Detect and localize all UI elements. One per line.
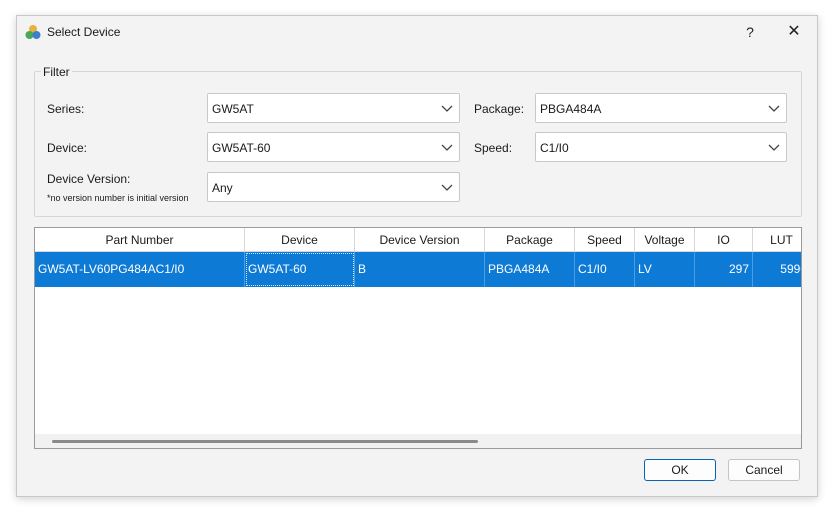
- cell-speed: C1/I0: [575, 252, 635, 287]
- column-header-io[interactable]: IO: [695, 228, 753, 252]
- series-value: GW5AT: [212, 102, 254, 116]
- package-label: Package:: [474, 102, 525, 116]
- title-bar: Select Device ? ✕: [17, 16, 817, 48]
- device-label: Device:: [47, 141, 88, 155]
- speed-value: C1/I0: [540, 141, 569, 155]
- device-dropdown[interactable]: GW5AT-60: [207, 132, 460, 162]
- version-note: *no version number is initial version: [47, 193, 189, 203]
- device-version-dropdown[interactable]: Any: [207, 172, 460, 202]
- cell-device-version: B: [355, 252, 485, 287]
- app-logo-icon: [25, 25, 41, 39]
- chevron-down-icon: [768, 105, 780, 112]
- cell-io: 297: [695, 252, 753, 287]
- window-title: Select Device: [47, 25, 121, 39]
- column-header-part-number[interactable]: Part Number: [35, 228, 245, 252]
- horizontal-scrollbar[interactable]: [35, 434, 801, 448]
- series-dropdown[interactable]: GW5AT: [207, 93, 460, 123]
- cell-voltage: LV: [635, 252, 695, 287]
- series-label: Series:: [47, 102, 85, 116]
- device-version-value: Any: [212, 181, 233, 195]
- cell-part-number: GW5AT-LV60PG484AC1/I0: [35, 252, 245, 287]
- scrollbar-thumb[interactable]: [52, 440, 478, 443]
- chevron-down-icon: [441, 105, 453, 112]
- device-table: Part Number Device Device Version Packag…: [34, 227, 802, 449]
- help-button[interactable]: ?: [733, 19, 767, 45]
- chevron-down-icon: [768, 144, 780, 151]
- table-header: Part Number Device Device Version Packag…: [35, 228, 801, 252]
- table-row[interactable]: GW5AT-LV60PG484AC1/I0 GW5AT-60 B PBGA484…: [35, 252, 801, 287]
- column-header-package[interactable]: Package: [485, 228, 575, 252]
- device-value: GW5AT-60: [212, 141, 271, 155]
- column-header-device[interactable]: Device: [245, 228, 355, 252]
- cancel-button[interactable]: Cancel: [728, 459, 800, 481]
- speed-label: Speed:: [474, 141, 513, 155]
- column-header-speed[interactable]: Speed: [575, 228, 635, 252]
- column-header-device-version[interactable]: Device Version: [355, 228, 485, 252]
- chevron-down-icon: [441, 184, 453, 191]
- close-button[interactable]: ✕: [777, 19, 811, 45]
- device-version-label: Device Version:: [47, 172, 131, 186]
- cell-package: PBGA484A: [485, 252, 575, 287]
- chevron-down-icon: [441, 144, 453, 151]
- ok-button[interactable]: OK: [644, 459, 716, 481]
- select-device-dialog: Select Device ? ✕ Filter Series: GW5AT P…: [16, 15, 818, 497]
- package-value: PBGA484A: [540, 102, 602, 116]
- cell-device: GW5AT-60: [245, 252, 355, 287]
- column-header-voltage[interactable]: Voltage: [635, 228, 695, 252]
- package-dropdown[interactable]: PBGA484A: [535, 93, 787, 123]
- speed-dropdown[interactable]: C1/I0: [535, 132, 787, 162]
- filter-legend: Filter: [41, 65, 72, 79]
- cell-lut: 5990: [753, 252, 801, 287]
- column-header-lut[interactable]: LUT: [753, 228, 801, 252]
